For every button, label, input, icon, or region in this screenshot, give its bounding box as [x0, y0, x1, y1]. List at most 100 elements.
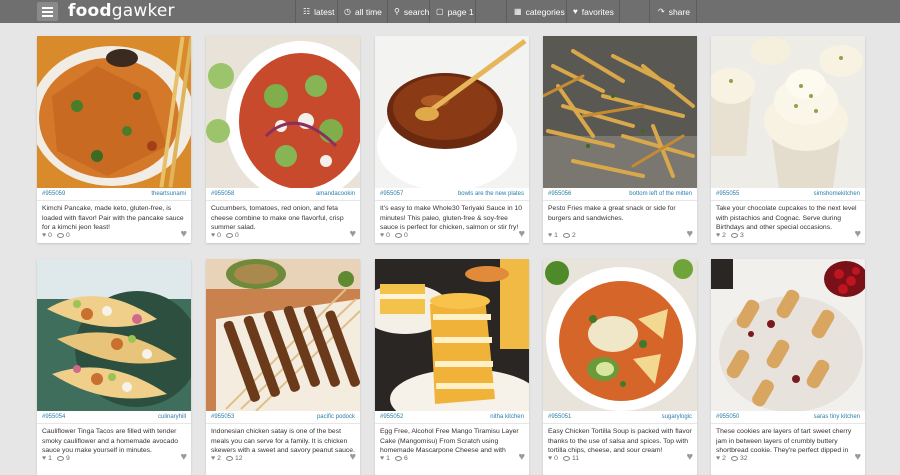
recipe-id[interactable]: #955058: [211, 191, 234, 197]
recipe-photo[interactable]: [375, 36, 529, 188]
like-count: 1: [554, 231, 558, 239]
heart-icon: ♥: [716, 454, 721, 462]
like-count: 2: [217, 454, 221, 462]
comment-count: 11: [571, 454, 579, 462]
comment-icon: [730, 455, 738, 461]
menu-button[interactable]: [37, 2, 58, 21]
recipe-photo[interactable]: [711, 259, 865, 411]
recipe-card[interactable]: #955053 pacific podock Indonesian chicke…: [206, 259, 360, 475]
recipe-id[interactable]: #955057: [380, 191, 403, 197]
source-link[interactable]: sugarylogic: [662, 414, 692, 420]
favorite-heart-icon[interactable]: ♥: [349, 229, 356, 240]
comment-count: 2: [571, 231, 576, 239]
source-link[interactable]: nitha kitchen: [490, 414, 524, 420]
search-icon: ⚲: [394, 7, 400, 16]
nav-all-time[interactable]: ◷ all time: [338, 0, 388, 23]
heart-icon: ♥: [380, 231, 385, 239]
favorite-heart-icon[interactable]: ♥: [686, 452, 693, 463]
recipe-id[interactable]: #955053: [211, 414, 234, 420]
source-link[interactable]: theartsunami: [151, 191, 186, 197]
recipe-id[interactable]: #955052: [380, 414, 403, 420]
heart-icon: ♥: [211, 454, 216, 462]
source-link[interactable]: bottom left of the mitten: [629, 191, 692, 197]
favorite-heart-icon[interactable]: ♥: [854, 229, 861, 240]
recipe-photo[interactable]: [37, 36, 191, 188]
comment-count: 9: [65, 454, 70, 462]
recipe-photo[interactable]: [711, 36, 865, 188]
comment-icon: [56, 455, 64, 461]
recipe-id[interactable]: #955054: [42, 414, 65, 420]
nav-latest[interactable]: ☷ latest: [297, 0, 341, 23]
favorite-heart-icon[interactable]: ♥: [349, 452, 356, 463]
logo[interactable]: foodgawker: [68, 1, 175, 21]
heart-icon: ♥: [573, 7, 578, 16]
recipe-card[interactable]: #955059 theartsunami Kimchi Pancake, mad…: [37, 36, 191, 243]
nav-favorites[interactable]: ♥ favorites: [567, 0, 620, 23]
favorite-heart-icon[interactable]: ♥: [518, 229, 525, 240]
share-icon: ↷: [658, 7, 665, 16]
source-link[interactable]: amandacookin: [316, 191, 355, 197]
like-count: 0: [48, 231, 52, 239]
recipe-photo[interactable]: [206, 36, 360, 188]
card-stats: ♥ 0 0: [380, 230, 526, 240]
comment-icon: [56, 232, 64, 238]
source-link[interactable]: simshomekitchen: [814, 191, 860, 197]
recipe-photo[interactable]: [543, 259, 697, 411]
favorite-heart-icon[interactable]: ♥: [518, 452, 525, 463]
recipe-id[interactable]: #955055: [716, 191, 739, 197]
recipe-card[interactable]: #955056 bottom left of the mitten Pesto …: [543, 36, 697, 243]
source-link[interactable]: saras tiny kitchen: [814, 414, 860, 420]
recipe-card[interactable]: #955050 saras tiny kitchen These cookies…: [711, 259, 865, 475]
recipe-card[interactable]: #955051 sugarylogic Easy Chicken Tortill…: [543, 259, 697, 475]
recipe-photo[interactable]: [37, 259, 191, 411]
recipe-id[interactable]: #955056: [548, 191, 571, 197]
source-link[interactable]: bowls are the new plates: [458, 191, 524, 197]
card-stats: ♥ 2 12: [211, 453, 357, 463]
recipe-photo[interactable]: [206, 259, 360, 411]
recipe-card[interactable]: #955052 nitha kitchen Egg Free, Alcohol …: [375, 259, 529, 475]
favorite-heart-icon[interactable]: ♥: [180, 452, 187, 463]
comment-icon: [225, 455, 233, 461]
latest-icon: ☷: [303, 7, 311, 16]
heart-icon: ♥: [42, 454, 47, 462]
favorite-heart-icon[interactable]: ♥: [686, 229, 693, 240]
nav-page[interactable]: ▢ page 1: [430, 0, 480, 23]
heart-icon: ♥: [42, 231, 47, 239]
favorite-heart-icon[interactable]: ♥: [180, 229, 187, 240]
heart-icon: ♥: [380, 454, 385, 462]
card-stats: ♥ 0 0: [42, 230, 188, 240]
card-stats: ♥ 2 32: [716, 453, 862, 463]
clock-icon: ◷: [344, 7, 351, 16]
heart-icon: ♥: [548, 231, 553, 239]
like-count: 2: [722, 454, 726, 462]
nav-categories[interactable]: ▦ categories: [508, 0, 571, 23]
source-link[interactable]: pacific podock: [317, 414, 355, 420]
card-stats: ♥ 1 9: [42, 453, 188, 463]
comment-count: 0: [403, 231, 408, 239]
recipe-photo[interactable]: [543, 36, 697, 188]
recipe-card[interactable]: #955054 culinaryhill Cauliflower Tinga T…: [37, 259, 191, 475]
comment-icon: [562, 455, 570, 461]
recipe-card[interactable]: #955055 simshomekitchen Take your chocol…: [711, 36, 865, 243]
source-link[interactable]: culinaryhill: [158, 414, 186, 420]
recipe-photo[interactable]: [375, 259, 529, 411]
recipe-id[interactable]: #955051: [548, 414, 571, 420]
comment-icon: [394, 455, 402, 461]
favorite-heart-icon[interactable]: ♥: [854, 452, 861, 463]
recipe-card[interactable]: #955058 amandacookin Cucumbers, tomatoes…: [206, 36, 360, 243]
heart-icon: ♥: [716, 231, 721, 239]
comment-icon: [730, 232, 738, 238]
like-count: 2: [722, 231, 726, 239]
card-stats: ♥ 0 11: [548, 453, 694, 463]
nav-share[interactable]: ↷ share: [652, 0, 696, 23]
card-stats: ♥ 1 2: [548, 230, 694, 240]
recipe-id[interactable]: #955050: [716, 414, 739, 420]
comment-count: 0: [65, 231, 70, 239]
card-stats: ♥ 1 6: [380, 453, 526, 463]
recipe-card[interactable]: #955057 bowls are the new plates It's ea…: [375, 36, 529, 243]
recipe-id[interactable]: #955059: [42, 191, 65, 197]
comment-count: 32: [739, 454, 748, 462]
top-bar: foodgawker ☷ latest ◷ all time ⚲ search ▢ pa…: [0, 0, 900, 23]
comment-icon: [394, 232, 402, 238]
page-icon: ▢: [436, 7, 444, 16]
